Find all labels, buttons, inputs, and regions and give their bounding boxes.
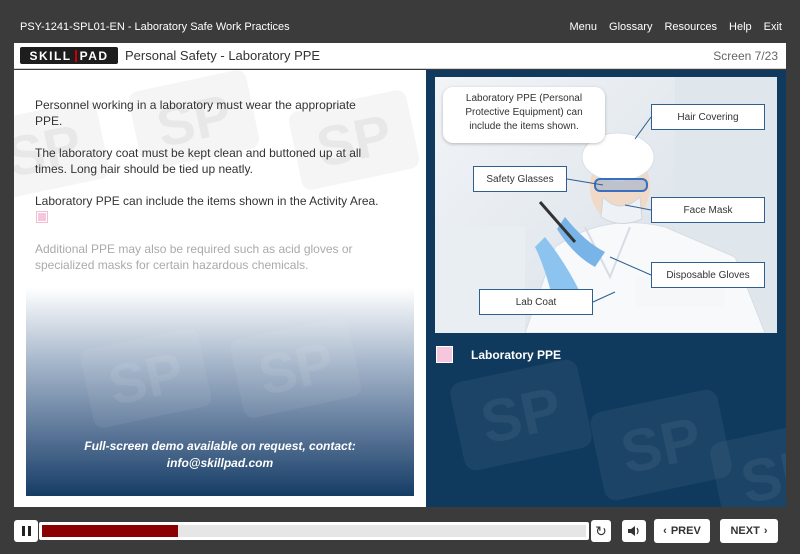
app-window: PSY-1241-SPL01-EN - Laboratory Safe Work… [0, 0, 800, 554]
pause-icon [21, 526, 25, 536]
watermark-logo: SP [448, 357, 594, 473]
paragraph: The laboratory coat must be kept clean a… [35, 145, 385, 177]
watermark-logo: SP [228, 316, 364, 420]
page-title: Personal Safety - Laboratory PPE [125, 48, 321, 63]
chevron-left-icon: ‹ [663, 525, 667, 537]
top-menu: Menu Glossary Resources Help Exit [570, 21, 782, 33]
demo-banner: SP SP Full-screen demo available on requ… [26, 288, 414, 496]
logo-text-pad: PAD [79, 48, 109, 63]
hotspot-face-mask[interactable]: Face Mask [651, 197, 765, 223]
paragraph: Personnel working in a laboratory must w… [35, 98, 356, 128]
body-text: Personnel working in a laboratory must w… [35, 97, 385, 289]
speaker-icon [628, 526, 639, 536]
logo-text-skill: SKILL [29, 48, 72, 63]
help-link[interactable]: Help [729, 21, 752, 33]
screen-header: SKILL PAD Personal Safety - Laboratory PP… [14, 43, 786, 69]
hotspot-hair-covering[interactable]: Hair Covering [651, 104, 765, 130]
next-label: NEXT [730, 525, 760, 537]
replay-icon: ↻ [595, 522, 607, 539]
pink-square-icon [37, 212, 47, 222]
paragraph: Laboratory PPE can include the items sho… [35, 193, 385, 225]
audio-button[interactable] [622, 520, 646, 542]
skillpad-logo: SKILL PAD [20, 47, 118, 64]
pause-button[interactable] [14, 520, 38, 542]
instruction-bubble: Laboratory PPE (Personal Protective Equi… [443, 87, 605, 143]
paragraph-faded: Additional PPE may also be required such… [35, 242, 353, 272]
chevron-right-icon: › [763, 525, 768, 537]
menu-link[interactable]: Menu [570, 21, 598, 33]
paragraph-text: The laboratory coat must be kept clean a… [35, 146, 362, 176]
ppe-photo: Laboratory PPE (Personal Protective Equi… [435, 77, 777, 333]
paragraph-text: Laboratory PPE can include the items sho… [35, 194, 379, 208]
progress-fill [42, 525, 178, 537]
control-bar: ↻ ‹ PREV NEXT › [14, 517, 786, 545]
demo-message: Full-screen demo available on request, c… [26, 438, 414, 472]
legend-label: Laboratory PPE [471, 348, 562, 362]
hotspot-disposable-gloves[interactable]: Disposable Gloves [651, 262, 765, 288]
glossary-link[interactable]: Glossary [609, 21, 652, 33]
progress-track [42, 525, 586, 537]
prev-button[interactable]: ‹ PREV [654, 519, 710, 543]
watermark-logo: SP [78, 326, 214, 430]
demo-line: Full-screen demo available on request, c… [84, 439, 356, 453]
hotspot-safety-glasses[interactable]: Safety Glasses [473, 166, 567, 192]
legend-swatch [436, 346, 453, 363]
hotspot-lab-coat[interactable]: Lab Coat [479, 289, 593, 315]
logo-divider [74, 49, 77, 62]
demo-email[interactable]: info@skillpad.com [26, 455, 414, 472]
next-button[interactable]: NEXT › [720, 519, 778, 543]
course-title: PSY-1241-SPL01-EN - Laboratory Safe Work… [20, 21, 290, 33]
activity-area: SP SP SP Laboratory PPE (Personal Protec… [426, 70, 786, 507]
content-panel: SP SP SP Personnel working in a laborato… [14, 70, 426, 507]
screen-counter: Screen 7/23 [713, 49, 778, 63]
prev-label: PREV [670, 525, 701, 537]
replay-button[interactable]: ↻ [591, 520, 611, 542]
pause-icon [27, 526, 31, 536]
top-bar: PSY-1241-SPL01-EN - Laboratory Safe Work… [0, 0, 800, 42]
progress-bar[interactable] [39, 522, 589, 540]
resources-link[interactable]: Resources [664, 21, 717, 33]
exit-link[interactable]: Exit [764, 21, 782, 33]
